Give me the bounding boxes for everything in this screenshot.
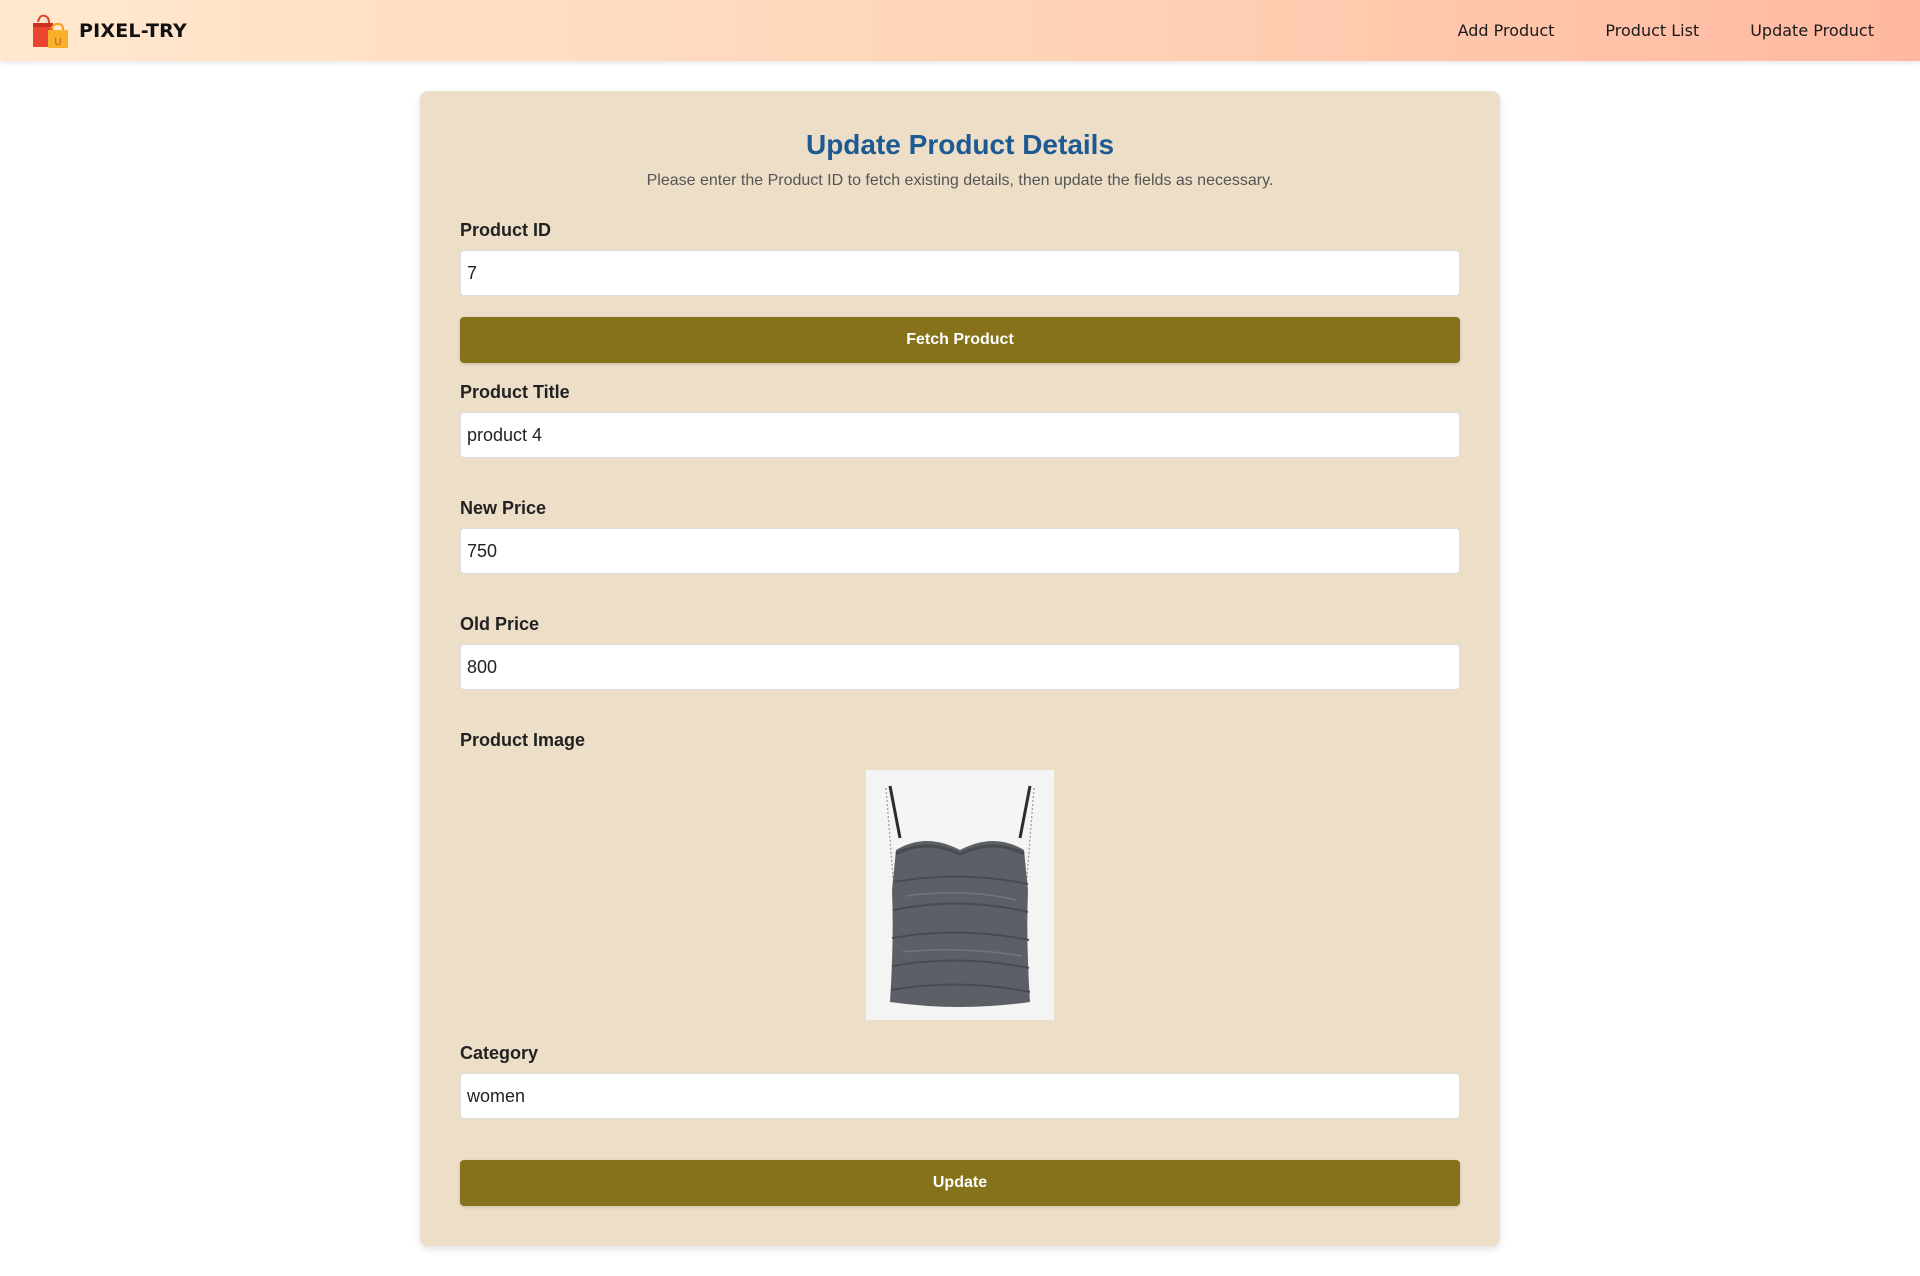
shopping-bag-logo-icon: U xyxy=(31,13,69,49)
update-product-card: Update Product Details Please enter the … xyxy=(420,91,1500,1246)
category-input[interactable]: women xyxy=(460,1073,1460,1119)
nav-links: Add Product Product List Update Product xyxy=(1407,0,1874,61)
category-label: Category xyxy=(460,1043,539,1063)
product-image-label: Product Image xyxy=(460,730,586,750)
product-title-input[interactable]: product 4 xyxy=(460,412,1460,458)
top-navbar: U PIXEL-TRY Add Product Product List Upd… xyxy=(0,0,1920,61)
page-subtitle: Please enter the Product ID to fetch exi… xyxy=(646,172,1274,189)
brand[interactable]: U PIXEL-TRY xyxy=(31,13,187,49)
new-price-label: New Price xyxy=(460,498,547,518)
fetch-product-button[interactable]: Fetch Product xyxy=(460,317,1460,363)
nav-product-list[interactable]: Product List xyxy=(1605,21,1699,40)
product-id-input[interactable]: 7 xyxy=(460,250,1460,296)
product-id-label: Product ID xyxy=(460,220,552,240)
product-image xyxy=(866,770,1054,1020)
brand-name: PIXEL-TRY xyxy=(79,20,187,42)
old-price-input[interactable]: 800 xyxy=(460,644,1460,690)
svg-text:U: U xyxy=(54,37,61,48)
nav-update-product[interactable]: Update Product xyxy=(1750,21,1874,40)
update-button[interactable]: Update xyxy=(460,1160,1460,1206)
nav-add-product[interactable]: Add Product xyxy=(1458,21,1555,40)
old-price-label: Old Price xyxy=(460,614,540,634)
page-title: Update Product Details xyxy=(805,129,1115,160)
product-title-label: Product Title xyxy=(460,382,570,402)
new-price-input[interactable]: 750 xyxy=(460,528,1460,574)
